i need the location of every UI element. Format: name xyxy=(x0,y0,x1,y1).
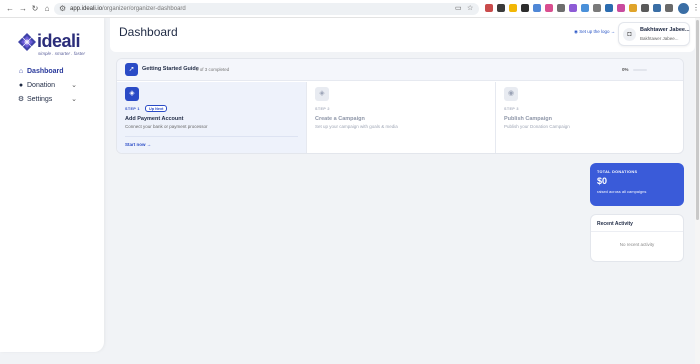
extension-icon[interactable] xyxy=(569,4,577,12)
step-number: STEP 2 xyxy=(315,107,330,111)
up-next-badge: Up Next xyxy=(145,105,168,112)
extension-icon[interactable] xyxy=(665,4,673,12)
browser-menu-icon[interactable]: ⋮ xyxy=(692,3,700,13)
tag-icon: ◈ xyxy=(125,87,139,101)
guide-percent: 0% xyxy=(622,66,629,72)
site-info-icon[interactable]: ⚙ xyxy=(59,4,66,14)
chevron-down-icon: ⌄ xyxy=(71,82,77,89)
page-title: Dashboard xyxy=(119,25,178,39)
step-description: Set up your campaign with goals & media xyxy=(315,124,398,129)
extension-icon[interactable] xyxy=(545,4,553,12)
step-description: Connect your bank or payment processor xyxy=(125,124,208,129)
sidebar-item-dashboard[interactable]: ⌂ Dashboard xyxy=(17,66,79,78)
extension-icon[interactable] xyxy=(581,4,589,12)
url-text: app.ideali.io/organizer/organizer-dashbo… xyxy=(70,6,186,12)
back-icon[interactable]: ← xyxy=(5,4,15,14)
extension-icon[interactable] xyxy=(485,4,493,12)
camera-icon[interactable]: ◘ xyxy=(623,28,636,41)
guide-title: Getting Started Guide xyxy=(142,66,199,72)
sidebar: ideali simple . smarter . faster ⌂ Dashb… xyxy=(0,18,104,352)
total-donations-card: TOTAL DONATIONS $0 raised across all cam… xyxy=(590,163,684,206)
step-title: Publish Campaign xyxy=(504,116,552,122)
extension-icon[interactable] xyxy=(641,4,649,12)
bookmark-star-icon[interactable]: ☆ xyxy=(467,4,473,14)
extension-icon[interactable] xyxy=(497,4,505,12)
guide-count: 0 of 3 completed xyxy=(196,66,230,72)
address-bar[interactable]: ⚙ app.ideali.io/organizer/organizer-dash… xyxy=(54,3,479,15)
donations-label: TOTAL DONATIONS xyxy=(597,170,638,174)
forward-icon[interactable]: → xyxy=(18,4,28,14)
step-add-payment[interactable]: ◈ STEP 1 Up Next Add Payment Account Con… xyxy=(117,82,306,153)
logo-tagline: simple . smarter . faster xyxy=(38,51,86,56)
sidebar-item-donation[interactable]: ● Donation ⌄ xyxy=(17,80,79,92)
step-number: STEP 1 xyxy=(125,107,140,111)
sidebar-item-label: Dashboard xyxy=(27,68,64,75)
step-create-campaign[interactable]: ◈ STEP 2 Create a Campaign Set up your c… xyxy=(306,82,495,153)
page-scrollbar[interactable] xyxy=(695,18,700,364)
guide-progress-bar xyxy=(633,68,647,71)
chevron-down-icon: ⌄ xyxy=(71,96,77,103)
reload-icon[interactable]: ↻ xyxy=(30,4,40,14)
home-icon: ⌂ xyxy=(18,68,24,75)
step-title: Create a Campaign xyxy=(315,116,365,122)
ideali-logo[interactable]: ideali simple . smarter . faster xyxy=(18,31,88,57)
gear-icon: ⚙ xyxy=(17,96,25,103)
eye-icon: ◉ xyxy=(504,87,518,101)
extension-icon[interactable] xyxy=(521,4,529,12)
extension-icon[interactable] xyxy=(605,4,613,12)
step-publish-campaign[interactable]: ◉ STEP 3 Publish Campaign Publish your D… xyxy=(495,82,683,153)
rocket-icon: ➚ xyxy=(125,63,138,76)
empty-state-text: No recent activity xyxy=(619,242,655,247)
donations-subtitle: raised across all campaigns xyxy=(597,189,647,194)
extension-icon[interactable] xyxy=(557,4,565,12)
extension-icon[interactable] xyxy=(593,4,601,12)
sidebar-item-settings[interactable]: ⚙ Settings ⌄ xyxy=(17,94,79,106)
sidebar-item-label: Donation xyxy=(27,82,56,89)
user-menu[interactable]: ◘ Bakhtawer Jabee... Bakhtawer Jabee... xyxy=(618,22,690,46)
recent-activity-title: Recent Activity xyxy=(597,221,633,227)
user-subtitle: Bakhtawer Jabee... xyxy=(640,36,679,41)
divider xyxy=(591,231,683,232)
browser-toolbar: ← → ↻ ⌂ ⚙ app.ideali.io/organizer/organi… xyxy=(0,0,700,18)
step-title: Add Payment Account xyxy=(125,116,184,122)
drop-icon: ● xyxy=(18,82,24,89)
extension-icon[interactable] xyxy=(629,4,637,12)
logo-wordmark: ideali xyxy=(37,31,81,51)
recent-activity-card: Recent Activity No recent activity xyxy=(590,214,684,262)
extension-icon[interactable] xyxy=(509,4,517,12)
setup-logo-link[interactable]: ◉ Set up the logo → xyxy=(574,29,615,35)
scrollbar-thumb[interactable] xyxy=(696,20,699,220)
install-icon[interactable]: ▭ xyxy=(455,4,462,14)
step-divider xyxy=(125,136,298,137)
step-description: Publish your Donation Campaign xyxy=(504,124,570,129)
start-now-link[interactable]: Start now → xyxy=(125,142,151,147)
extension-icon[interactable] xyxy=(653,4,661,12)
guide-header[interactable]: ➚ Getting Started Guide 0 of 3 completed… xyxy=(117,59,683,81)
profile-avatar[interactable] xyxy=(678,3,689,14)
user-name: Bakhtawer Jabee... xyxy=(640,27,690,33)
logo-mark-icon xyxy=(18,33,36,51)
page-header: Dashboard ◉ Set up the logo → ◘ Bakhtawe… xyxy=(110,18,695,52)
sidebar-item-label: Settings xyxy=(27,96,53,103)
getting-started-guide: ➚ Getting Started Guide 0 of 3 completed… xyxy=(116,58,684,154)
donations-value: $0 xyxy=(597,176,608,186)
page-viewport: ideali simple . smarter . faster ⌂ Dashb… xyxy=(0,18,695,364)
home-browser-icon[interactable]: ⌂ xyxy=(42,4,52,14)
extension-icon[interactable] xyxy=(617,4,625,12)
extension-icon[interactable] xyxy=(533,4,541,12)
step-number: STEP 3 xyxy=(504,107,519,111)
megaphone-icon: ◈ xyxy=(315,87,329,101)
